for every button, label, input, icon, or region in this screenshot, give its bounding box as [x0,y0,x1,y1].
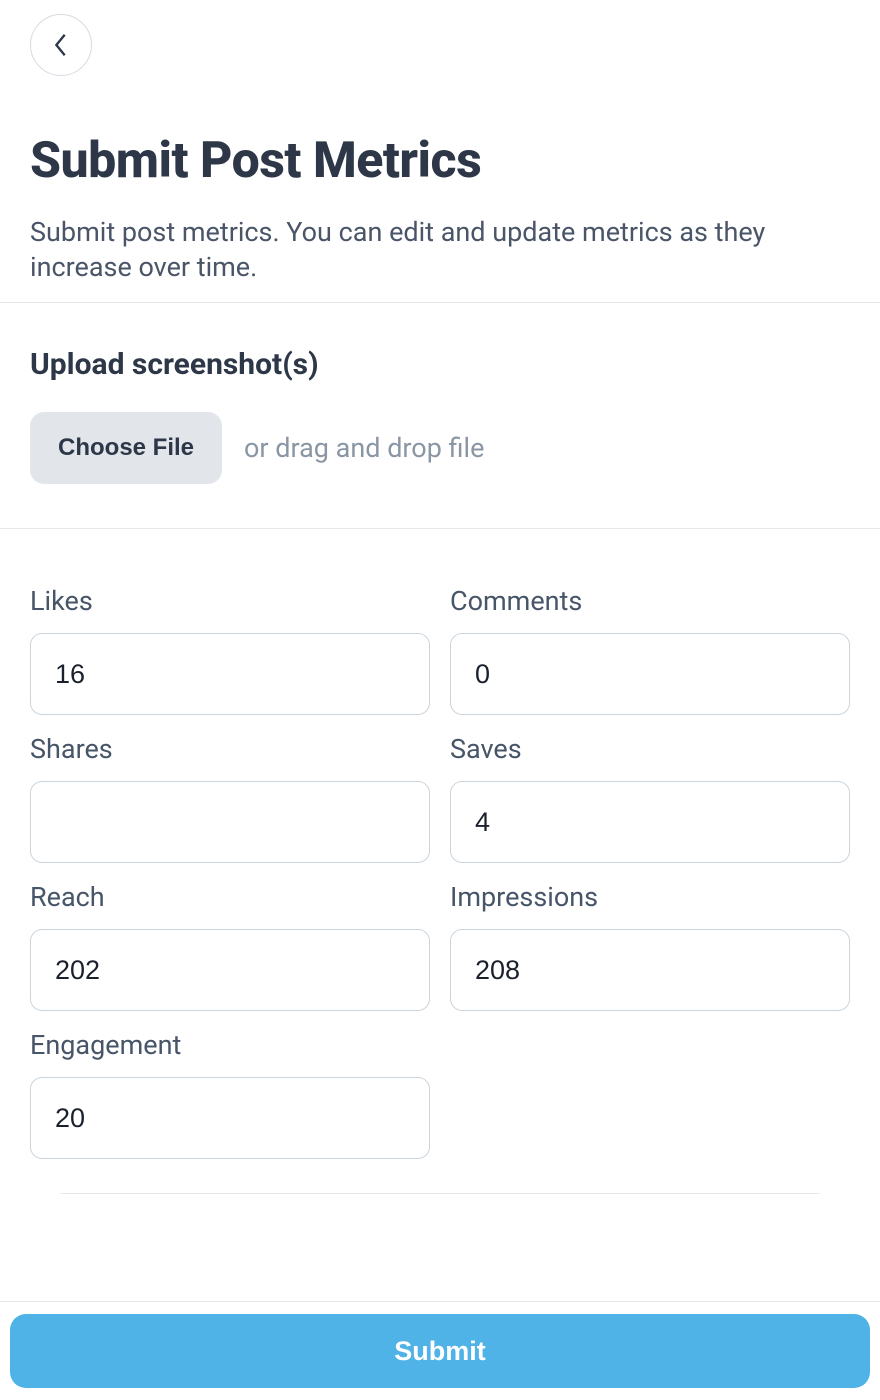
choose-file-button[interactable]: Choose File [30,412,222,484]
engagement-label: Engagement [30,1029,430,1061]
upload-row[interactable]: Choose File or drag and drop file [30,412,850,484]
comments-input[interactable] [450,633,850,715]
submit-button[interactable]: Submit [10,1314,870,1388]
saves-label: Saves [450,733,850,765]
shares-input[interactable] [30,781,430,863]
impressions-input[interactable] [450,929,850,1011]
reach-label: Reach [30,881,430,913]
comments-label: Comments [450,585,850,617]
engagement-input[interactable] [30,1077,430,1159]
saves-input[interactable] [450,781,850,863]
shares-label: Shares [30,733,430,765]
upload-heading: Upload screenshot(s) [30,347,850,382]
back-button[interactable] [30,14,92,76]
impressions-label: Impressions [450,881,850,913]
page-title: Submit Post Metrics [30,134,850,189]
drag-drop-hint: or drag and drop file [244,432,484,464]
likes-input[interactable] [30,633,430,715]
likes-label: Likes [30,585,430,617]
chevron-left-icon [52,32,70,58]
reach-input[interactable] [30,929,430,1011]
footer-bar: Submit [0,1301,880,1400]
page-subtitle: Submit post metrics. You can edit and up… [30,215,850,284]
